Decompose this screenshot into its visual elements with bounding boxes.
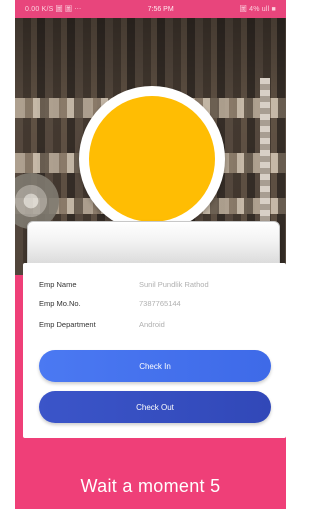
emp-department-row: Emp Department Android <box>39 320 274 334</box>
emp-department-label: Emp Department <box>39 320 96 329</box>
check-out-button[interactable]: Check Out <box>39 391 271 423</box>
emp-mobile-row: Emp Mo.No. 7387765144 <box>39 299 274 313</box>
app-screen: 0.00 K/S 圖 圖 ⋯ 7:56 PM 圖 4% ull ■ Emp Na… <box>15 0 286 509</box>
status-time: 7:56 PM <box>147 5 174 13</box>
status-right: 圖 4% ull ■ <box>239 6 276 13</box>
emp-mobile-label: Emp Mo.No. <box>39 299 81 308</box>
avatar <box>89 96 215 222</box>
emp-mobile-value: 7387765144 <box>139 299 181 308</box>
status-left: 0.00 K/S 圖 圖 ⋯ <box>25 6 82 13</box>
emp-department-value: Android <box>139 320 165 329</box>
name-bar <box>27 221 280 269</box>
status-bar: 0.00 K/S 圖 圖 ⋯ 7:56 PM 圖 4% ull ■ <box>15 0 286 18</box>
check-in-button[interactable]: Check In <box>39 350 271 382</box>
emp-name-label: Emp Name <box>39 280 77 289</box>
emp-name-row: Emp Name Sunil Pundlik Rathod <box>39 280 274 294</box>
employee-card: Emp Name Sunil Pundlik Rathod Emp Mo.No.… <box>23 263 286 438</box>
emp-name-value: Sunil Pundlik Rathod <box>139 280 209 289</box>
wait-message: Wait a moment 5 <box>80 476 221 496</box>
